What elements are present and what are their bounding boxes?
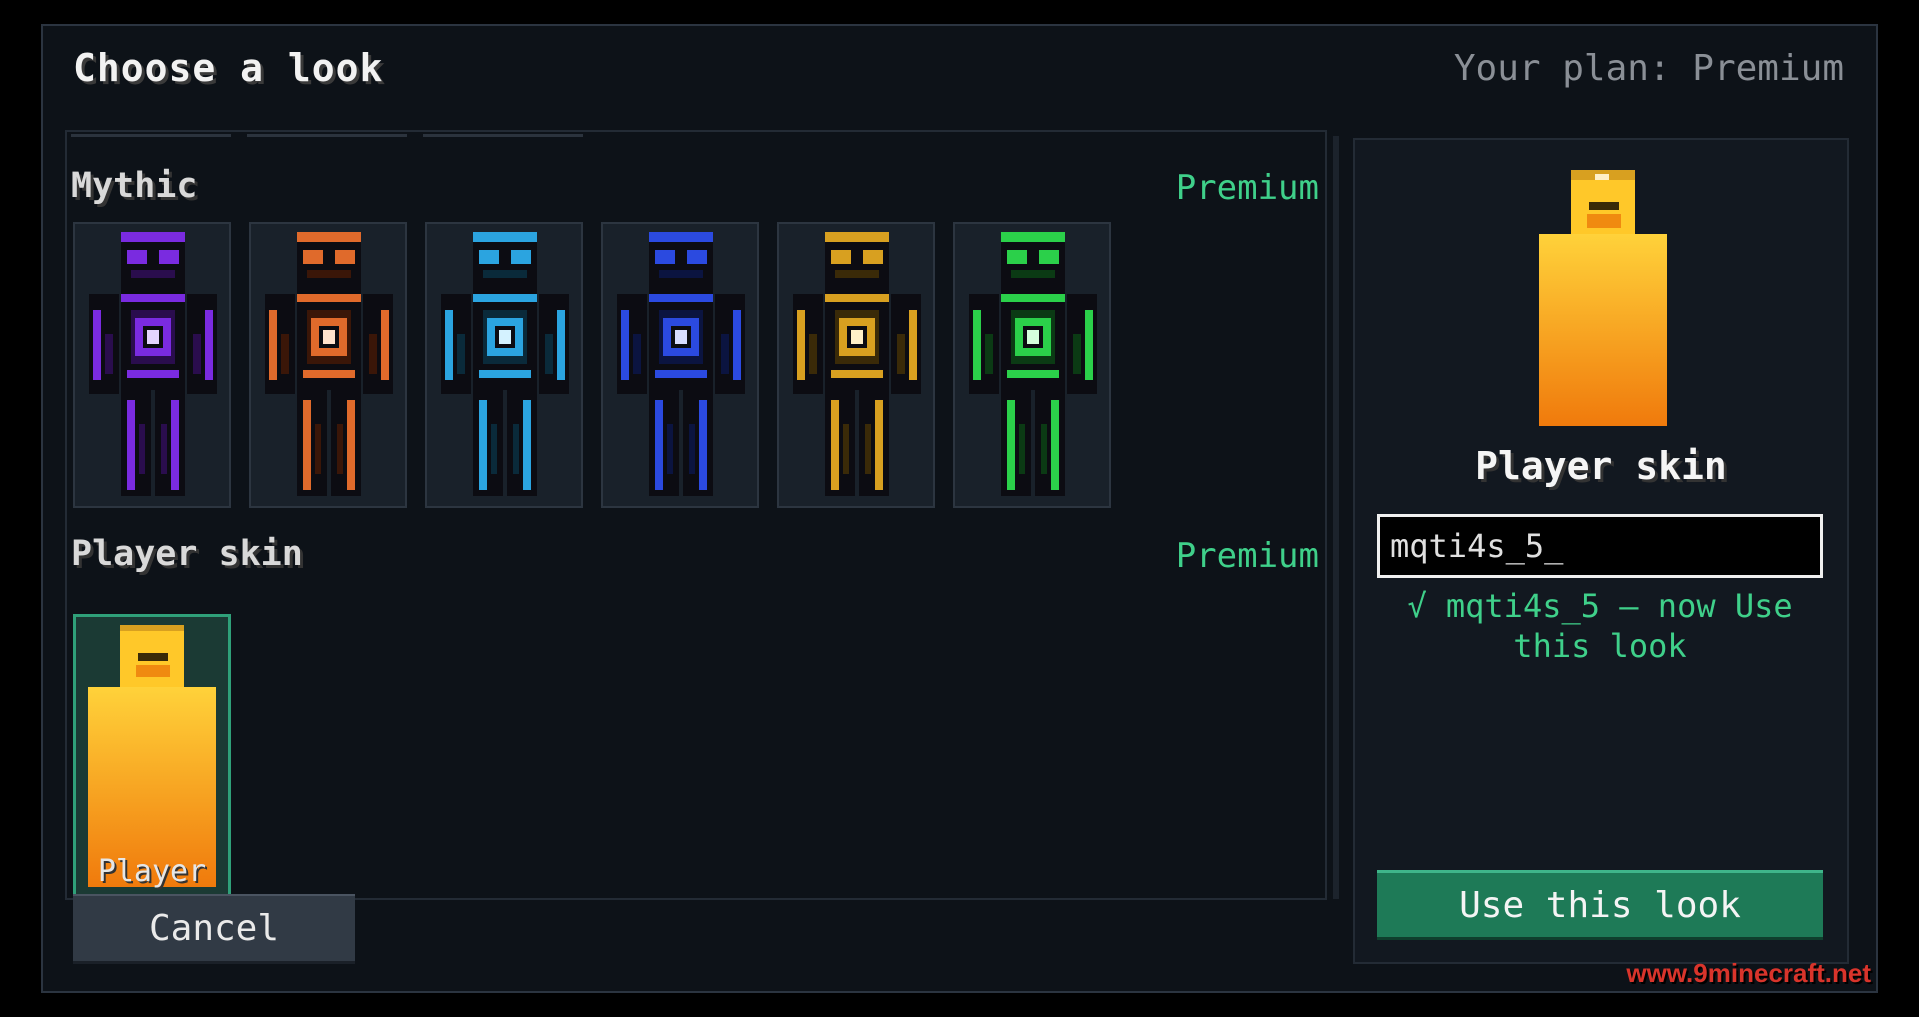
cancel-button[interactable]: Cancel [73, 894, 355, 964]
lookup-status: √ mqti4s_5 — now Use this look [1407, 587, 1793, 665]
dialog-title: Choose a look [73, 46, 384, 90]
watermark: www.9minecraft.net [1626, 958, 1871, 988]
skin-slot-orange[interactable] [249, 222, 407, 508]
duck-preview-icon [1539, 170, 1667, 426]
section-title-player-skin: Player skin [71, 534, 303, 574]
cyan-armor-skin-icon [441, 232, 569, 496]
skin-preview [1533, 168, 1673, 432]
tab-strip [71, 134, 591, 138]
skin-slot-label: Player [97, 854, 207, 889]
skin-dialog: Choose a look Your plan: Premium Mythic … [41, 24, 1878, 993]
player-name-input[interactable] [1377, 514, 1823, 578]
gold-armor-skin-icon [793, 232, 921, 496]
list-scrollbar[interactable] [1333, 136, 1339, 899]
skin-slot-purple[interactable] [73, 222, 231, 508]
blue-armor-skin-icon [617, 232, 745, 496]
tab-indicator[interactable] [423, 134, 583, 137]
tab-indicator[interactable] [71, 134, 231, 137]
skin-slot-cyan[interactable] [425, 222, 583, 508]
skin-slot-blue[interactable] [601, 222, 759, 508]
purple-armor-skin-icon [89, 232, 217, 496]
preview-panel: Player skin √ mqti4s_5 — now Use this lo… [1353, 138, 1849, 964]
section-title-mythic: Mythic [71, 166, 198, 206]
orange-armor-skin-icon [265, 232, 393, 496]
section-tier-mythic: Premium [1175, 168, 1319, 208]
use-this-look-button[interactable]: Use this look [1377, 870, 1823, 940]
green-armor-skin-icon [969, 232, 1097, 496]
section-tier-player-skin: Premium [1175, 536, 1319, 576]
skin-slot-gold[interactable] [777, 222, 935, 508]
skin-slot-player[interactable]: Player [73, 614, 231, 900]
skin-list-panel: Mythic Premium Player skin Premium Playe… [65, 130, 1327, 900]
tab-indicator[interactable] [247, 134, 407, 137]
skin-slot-green[interactable] [953, 222, 1111, 508]
preview-name: Player skin [1475, 444, 1727, 488]
plan-label: Your plan: Premium [1453, 48, 1844, 89]
